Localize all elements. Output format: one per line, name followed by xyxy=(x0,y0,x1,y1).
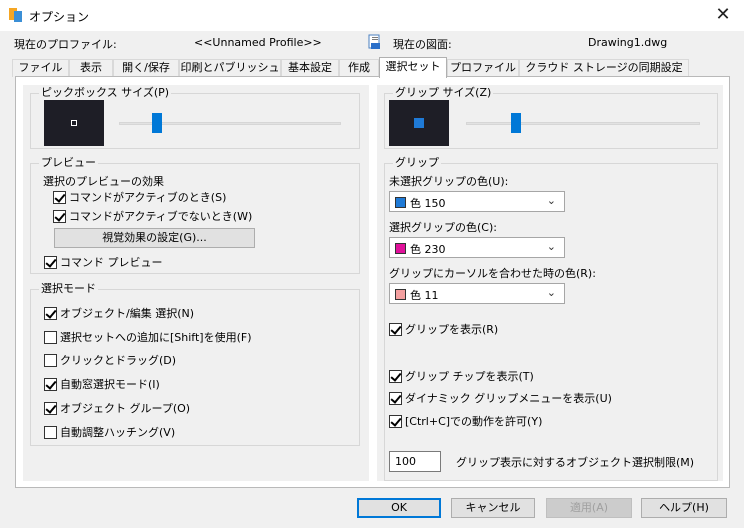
checkbox-checked-icon[interactable] xyxy=(44,255,57,269)
unselected-grip-label: 未選択グリップの色(U): xyxy=(389,175,509,188)
pickbox-title: ピックボックス サイズ(P) xyxy=(39,86,172,100)
current-profile-value: <<Unnamed Profile>> xyxy=(194,36,322,49)
grip-size-title: グリップ サイズ(Z) xyxy=(393,86,494,100)
checkbox-unchecked-icon[interactable] xyxy=(44,353,57,367)
selected-grip-label: 選択グリップの色(C): xyxy=(389,221,497,234)
show-grip-tips-checkbox[interactable]: グリップ チップを表示(T) xyxy=(389,368,534,384)
hover-grip-label: グリップにカーソルを合わせた時の色(R): xyxy=(389,267,596,280)
preview-title: プレビュー xyxy=(39,156,98,170)
app-icon xyxy=(9,8,23,22)
help-button[interactable]: ヘルプ(H) xyxy=(641,498,727,518)
color-swatch xyxy=(395,289,406,300)
checkbox-checked-icon[interactable] xyxy=(389,414,402,428)
hover-grip-color-select[interactable]: 色 11 ⌄ xyxy=(389,283,565,304)
cancel-button[interactable]: キャンセル xyxy=(451,498,535,518)
tab-selection[interactable]: 選択セット xyxy=(379,57,447,78)
preview-inactive-checkbox[interactable]: コマンドがアクティブでないとき(W) xyxy=(53,208,252,224)
unselected-grip-color-select[interactable]: 色 150 ⌄ xyxy=(389,191,565,212)
grip-size-preview xyxy=(389,100,449,146)
dynamic-grip-menu-checkbox[interactable]: ダイナミック グリップメニューを表示(U) xyxy=(389,390,612,406)
color-swatch xyxy=(395,197,406,208)
tab-files[interactable]: ファイル xyxy=(12,59,69,77)
tab-display[interactable]: 表示 xyxy=(69,59,113,77)
window-title: オプション xyxy=(29,10,90,24)
checkbox-checked-icon[interactable] xyxy=(389,322,402,336)
visual-effects-button[interactable]: 視覚効果の設定(G)... xyxy=(54,228,255,248)
command-preview-checkbox[interactable]: コマンド プレビュー xyxy=(44,254,163,270)
checkbox-checked-icon[interactable] xyxy=(44,401,57,415)
current-profile-label: 現在のプロファイル: xyxy=(14,38,117,51)
current-drawing-label: 現在の図面: xyxy=(393,38,452,51)
tab-plot-publish[interactable]: 印刷とパブリッシュ xyxy=(179,59,281,77)
mode-implied-window-checkbox[interactable]: 自動窓選択モード(I) xyxy=(44,376,160,392)
current-drawing-value: Drawing1.dwg xyxy=(588,36,668,49)
checkbox-checked-icon[interactable] xyxy=(53,209,66,223)
chevron-down-icon: ⌄ xyxy=(546,286,556,299)
grip-size-slider-track xyxy=(466,122,700,125)
mode-object-group-checkbox[interactable]: オブジェクト グループ(O) xyxy=(44,400,190,416)
mode-associative-hatch-checkbox[interactable]: 自動調整ハッチング(V) xyxy=(44,424,175,440)
profile-row: 現在のプロファイル: <<Unnamed Profile>> 現在の図面: Dr… xyxy=(0,34,744,52)
grip-size-slider-thumb[interactable] xyxy=(511,113,521,133)
grip-limit-label: グリップ表示に対するオブジェクト選択制限(M) xyxy=(456,456,695,469)
checkbox-unchecked-icon[interactable] xyxy=(44,330,57,344)
mode-press-drag-checkbox[interactable]: クリックとドラッグ(D) xyxy=(44,352,176,368)
pickbox-preview xyxy=(44,100,104,146)
color-swatch xyxy=(395,243,406,254)
grip-limit-input[interactable]: 100 xyxy=(389,451,441,472)
close-icon[interactable]: ✕ xyxy=(712,4,734,26)
ok-button[interactable]: OK xyxy=(357,498,441,518)
tab-system[interactable]: 基本設定 xyxy=(281,59,339,77)
preview-effect-label: 選択のプレビューの効果 xyxy=(43,175,164,188)
checkbox-checked-icon[interactable] xyxy=(389,369,402,383)
checkbox-unchecked-icon[interactable] xyxy=(44,425,57,439)
checkbox-checked-icon[interactable] xyxy=(44,377,57,391)
selection-panel: ピックボックス サイズ(P) プレビュー 選択のプレビューの効果 コマンドがアク… xyxy=(15,76,730,488)
preview-active-checkbox[interactable]: コマンドがアクティブのとき(S) xyxy=(53,189,226,205)
checkbox-checked-icon[interactable] xyxy=(53,190,66,204)
pickbox-slider-thumb[interactable] xyxy=(152,113,162,133)
checkbox-checked-icon[interactable] xyxy=(44,306,57,320)
tab-cloud-sync[interactable]: クラウド ストレージの同期設定 xyxy=(519,59,689,77)
tab-drafting[interactable]: 作成 xyxy=(339,59,379,77)
checkbox-checked-icon[interactable] xyxy=(389,391,402,405)
selected-grip-color-select[interactable]: 色 230 ⌄ xyxy=(389,237,565,258)
show-grips-checkbox[interactable]: グリップを表示(R) xyxy=(389,321,498,337)
ctrl-cycle-checkbox[interactable]: [Ctrl+C]での動作を許可(Y) xyxy=(389,413,542,429)
tab-profiles[interactable]: プロファイル xyxy=(447,59,519,77)
apply-button[interactable]: 適用(A) xyxy=(546,498,632,518)
title-bar: オプション ✕ xyxy=(0,0,744,31)
tab-open-save[interactable]: 開く/保存 xyxy=(113,59,179,77)
chevron-down-icon: ⌄ xyxy=(546,240,556,253)
chevron-down-icon: ⌄ xyxy=(546,194,556,207)
drawing-icon xyxy=(368,34,382,53)
grips-title: グリップ xyxy=(393,156,441,170)
selection-modes-title: 選択モード xyxy=(39,282,98,296)
mode-shift-add-checkbox[interactable]: 選択セットへの追加に[Shift]を使用(F) xyxy=(44,329,252,345)
mode-noun-verb-checkbox[interactable]: オブジェクト/編集 選択(N) xyxy=(44,305,194,321)
